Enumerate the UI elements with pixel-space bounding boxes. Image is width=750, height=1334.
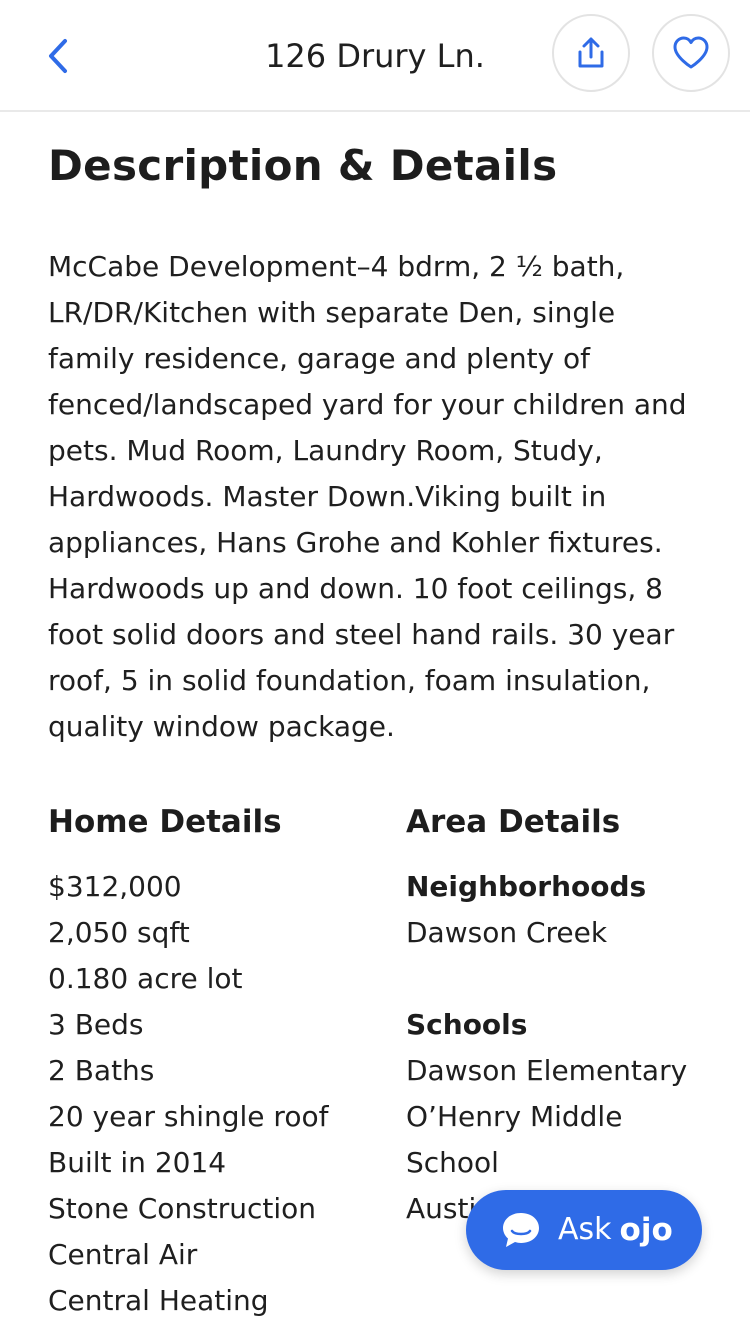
back-button[interactable] — [34, 30, 82, 82]
area-details-heading: Area Details — [406, 804, 621, 840]
share-icon — [578, 37, 604, 68]
ask-ojo-button[interactable]: Ask ojo — [466, 1190, 702, 1270]
school-item: Dawson Elementary — [406, 1054, 688, 1087]
home-detail-beds: 3 Beds — [48, 1008, 144, 1041]
schools-label: Schools — [406, 1008, 528, 1041]
page-title: 126 Drury Ln. — [265, 37, 485, 75]
heart-icon — [673, 36, 709, 69]
top-bar: 126 Drury Ln. — [0, 0, 750, 112]
description-title: Description & Details — [48, 141, 558, 190]
ojo-brand: ojo — [619, 1212, 673, 1248]
area-details-section: Area Details Neighborhoods Dawson Creek … — [406, 800, 726, 1232]
area-spacer — [406, 956, 726, 1002]
home-detail-air: Central Air — [48, 1238, 198, 1271]
chat-bubble-icon — [503, 1213, 539, 1247]
home-detail-heating: Central Heating — [48, 1284, 269, 1317]
neighborhoods-label: Neighborhoods — [406, 870, 647, 903]
home-detail-roof: 20 year shingle roof — [48, 1100, 329, 1133]
home-detail-baths: 2 Baths — [48, 1054, 155, 1087]
home-details-section: Home Details $312,000 2,050 sqft 0.180 a… — [48, 800, 388, 1324]
school-item: O’Henry Middle — [406, 1100, 623, 1133]
neighborhood-value: Dawson Creek — [406, 916, 608, 949]
favorite-button[interactable] — [652, 14, 730, 92]
home-detail-construction: Stone Construction — [48, 1192, 317, 1225]
home-details-heading: Home Details — [48, 804, 282, 840]
ask-label: Ask — [558, 1212, 612, 1247]
chevron-left-icon — [49, 39, 67, 73]
description-text: McCabe Development–4 bdrm, 2 ½ bath, LR/… — [48, 250, 687, 743]
share-button[interactable] — [552, 14, 630, 92]
home-detail-sqft: 2,050 sqft — [48, 916, 190, 949]
home-detail-price: $312,000 — [48, 870, 182, 903]
home-detail-built: Built in 2014 — [48, 1146, 227, 1179]
home-detail-lot: 0.180 acre lot — [48, 962, 243, 995]
school-item: School — [406, 1146, 499, 1179]
listing-page: 126 Drury Ln. Description & Details McCa… — [0, 0, 750, 1334]
